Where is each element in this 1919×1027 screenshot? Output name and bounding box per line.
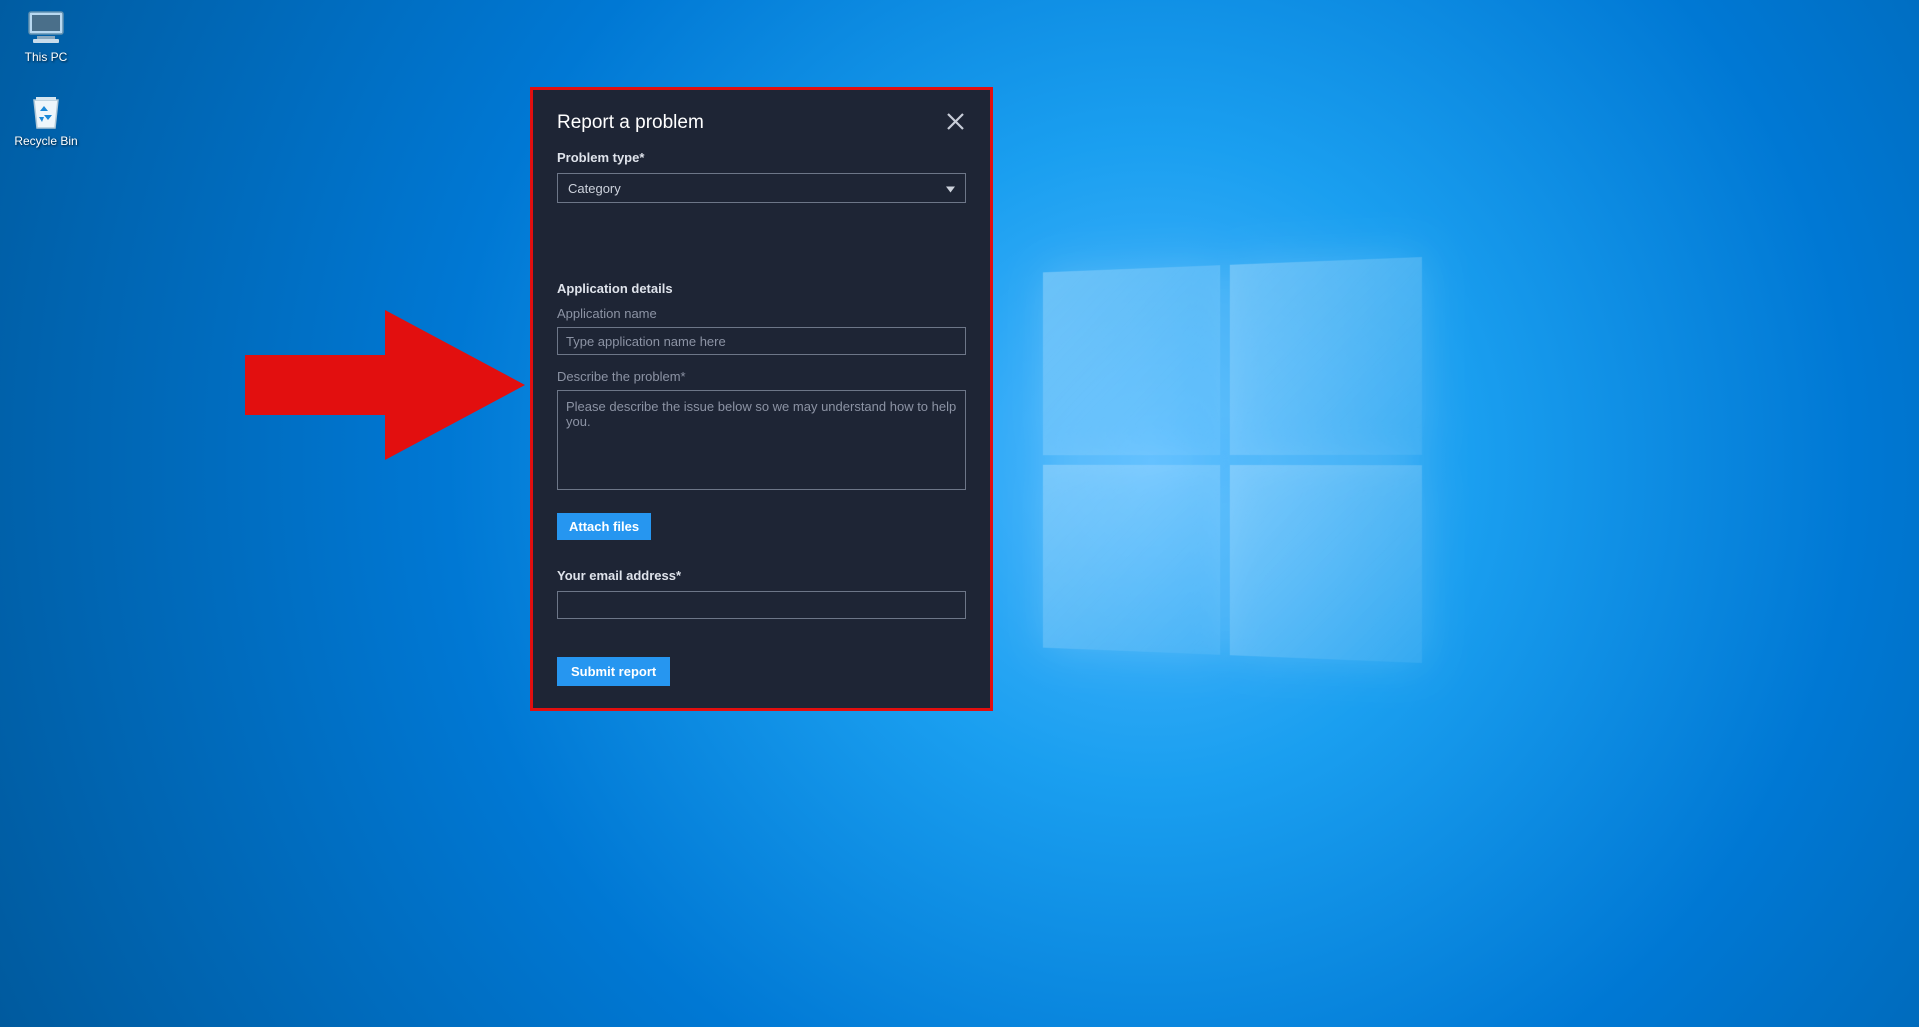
desktop-icons: This PC Recycle Bin bbox=[8, 8, 84, 148]
close-button[interactable] bbox=[944, 110, 966, 132]
submit-report-button[interactable]: Submit report bbox=[557, 657, 670, 686]
application-name-label: Application name bbox=[557, 306, 966, 321]
chevron-down-icon bbox=[946, 181, 955, 196]
desktop-icon-this-pc[interactable]: This PC bbox=[8, 8, 84, 64]
desktop-icon-recycle-bin[interactable]: Recycle Bin bbox=[8, 92, 84, 148]
desktop-icon-label: This PC bbox=[25, 50, 68, 64]
report-problem-dialog: Report a problem Problem type* Category … bbox=[530, 87, 993, 711]
annotation-arrow bbox=[235, 300, 535, 475]
this-pc-icon bbox=[23, 8, 69, 48]
describe-problem-textarea[interactable] bbox=[557, 390, 966, 490]
email-input[interactable] bbox=[557, 591, 966, 619]
email-label: Your email address* bbox=[557, 568, 966, 583]
attach-files-button[interactable]: Attach files bbox=[557, 513, 651, 540]
application-details-title: Application details bbox=[557, 281, 966, 296]
desktop-icon-label: Recycle Bin bbox=[14, 134, 77, 148]
problem-type-select[interactable]: Category bbox=[557, 173, 966, 203]
close-icon bbox=[947, 113, 964, 130]
problem-type-selected: Category bbox=[568, 181, 621, 196]
windows-logo-wallpaper bbox=[1043, 257, 1422, 663]
describe-problem-label: Describe the problem* bbox=[557, 369, 966, 384]
recycle-bin-icon bbox=[23, 92, 69, 132]
dialog-title: Report a problem bbox=[557, 112, 704, 134]
problem-type-label: Problem type* bbox=[557, 150, 966, 165]
application-name-input[interactable] bbox=[557, 327, 966, 355]
